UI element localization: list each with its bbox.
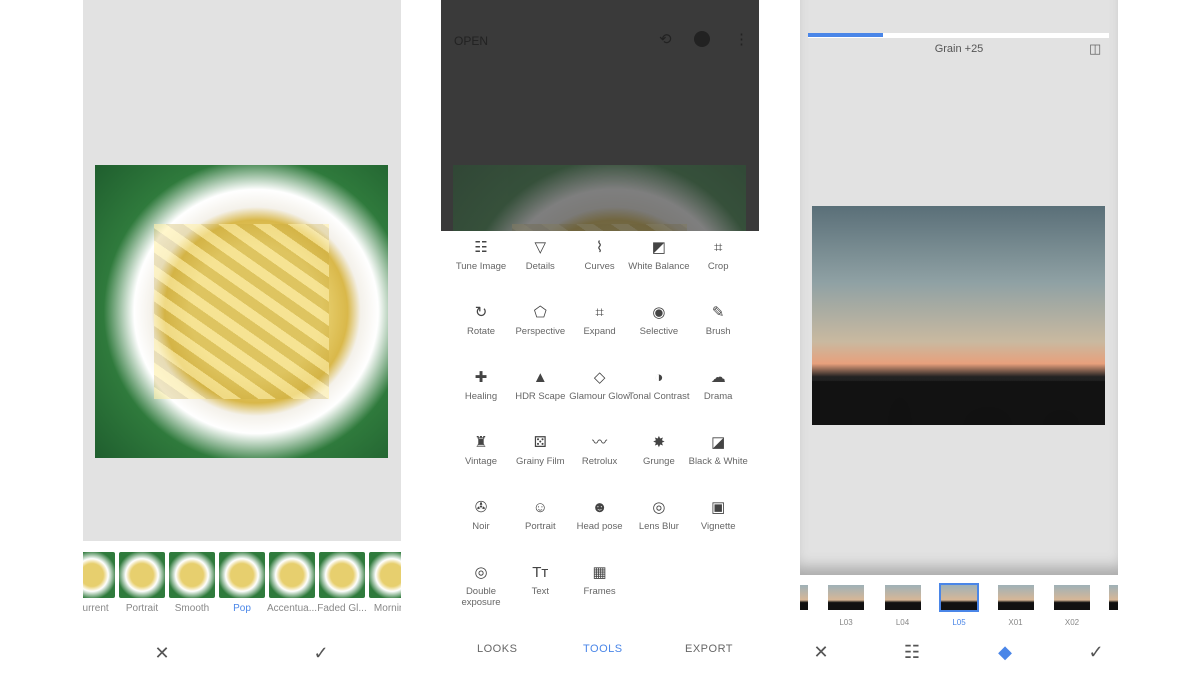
style-thumb[interactable] — [1054, 585, 1090, 610]
looks-panel: CurrentPortraitSmoothPopAccentua...Faded… — [83, 0, 401, 673]
looks-filmstrip[interactable] — [83, 552, 401, 598]
tab-looks[interactable]: LOOKS — [477, 643, 517, 655]
tab-export[interactable]: EXPORT — [685, 643, 733, 655]
tool-icon: ◪ — [711, 434, 726, 451]
grainy-film-panel: Grain +25 ◫ L03 L04 L05 X01 X02 ✕ ☷ ◆ ✓ — [800, 0, 1118, 673]
style-thumb[interactable] — [828, 585, 864, 610]
tool-icon: ⌗ — [713, 239, 723, 256]
grain-slider[interactable] — [808, 33, 1109, 38]
slider-fill — [808, 33, 884, 37]
tool-label: Vignette — [700, 521, 736, 532]
look-label[interactable]: Current — [83, 603, 117, 614]
tool-vignette[interactable]: ▣ Vignette — [683, 498, 753, 533]
style-thumb[interactable] — [939, 583, 979, 612]
dimmed-header: OPEN ⟲ ⋮ — [441, 0, 759, 231]
photo-preview — [95, 165, 388, 458]
compare-icon[interactable]: ◫ — [1089, 41, 1101, 57]
look-label[interactable]: Pop — [217, 603, 267, 614]
tool-drama[interactable]: ☁ Drama — [683, 368, 753, 403]
tools-panel: OPEN ⟲ ⋮ ☷ Tune Image ▽ Details ⌇ Curves ◩ Whit… — [441, 0, 759, 673]
info-icon[interactable] — [694, 31, 710, 47]
look-thumb[interactable] — [269, 552, 315, 598]
tool-icon: ▦ — [592, 564, 607, 581]
style-thumb[interactable] — [997, 585, 1034, 610]
tool-frames[interactable]: ▦ Frames — [565, 563, 635, 598]
tab-tools[interactable]: TOOLS — [583, 643, 623, 655]
look-label[interactable]: Portrait — [117, 603, 167, 614]
tool-icon: ▣ — [711, 499, 726, 516]
look-label[interactable]: Morning — [367, 603, 401, 614]
photo-preview — [812, 206, 1105, 425]
look-thumb[interactable] — [83, 552, 115, 598]
style-thumb[interactable] — [884, 585, 921, 610]
style-label: L05 — [952, 618, 966, 627]
style-thumb[interactable] — [800, 585, 808, 610]
look-thumb[interactable] — [119, 552, 165, 598]
look-thumb[interactable] — [369, 552, 401, 598]
style-label: X01 — [1008, 618, 1023, 627]
look-label[interactable]: Faded Gl... — [317, 603, 367, 614]
check-icon[interactable]: ✓ — [1081, 642, 1111, 663]
look-label[interactable]: Accentua... — [267, 603, 317, 614]
look-thumb[interactable] — [219, 552, 265, 598]
tune-icon[interactable]: ☷ — [897, 642, 927, 663]
tool-black-white[interactable]: ◪ Black & White — [683, 433, 753, 468]
tool-crop[interactable]: ⌗ Crop — [683, 238, 753, 273]
close-icon[interactable]: ✕ — [806, 642, 836, 663]
tool-icon: ✎ — [711, 304, 725, 321]
slider-label: Grain +25 — [934, 43, 984, 55]
look-thumb[interactable] — [319, 552, 365, 598]
open-button[interactable]: OPEN — [454, 34, 488, 48]
tool-label: Black & White — [688, 456, 748, 467]
style-icon[interactable]: ◆ — [990, 642, 1020, 663]
look-label[interactable]: Smooth — [167, 603, 217, 614]
close-icon[interactable]: ✕ — [147, 643, 177, 664]
style-thumb[interactable] — [1109, 585, 1118, 610]
tool-label: Frames — [583, 586, 616, 597]
style-label: L03 — [839, 618, 853, 627]
photo-preview — [453, 165, 746, 231]
tool-label: Drama — [703, 391, 733, 402]
check-icon[interactable]: ✓ — [306, 643, 336, 664]
tool-brush[interactable]: ✎ Brush — [683, 303, 753, 338]
tool-label: Brush — [705, 326, 731, 337]
tool-label: Crop — [707, 261, 729, 272]
style-label: X02 — [1064, 618, 1080, 627]
tool-icon: ☁ — [710, 369, 726, 386]
more-vert-icon[interactable]: ⋮ — [734, 30, 749, 48]
look-thumb[interactable] — [169, 552, 215, 598]
history-icon[interactable]: ⟲ — [659, 30, 672, 48]
style-label: L04 — [895, 618, 910, 627]
